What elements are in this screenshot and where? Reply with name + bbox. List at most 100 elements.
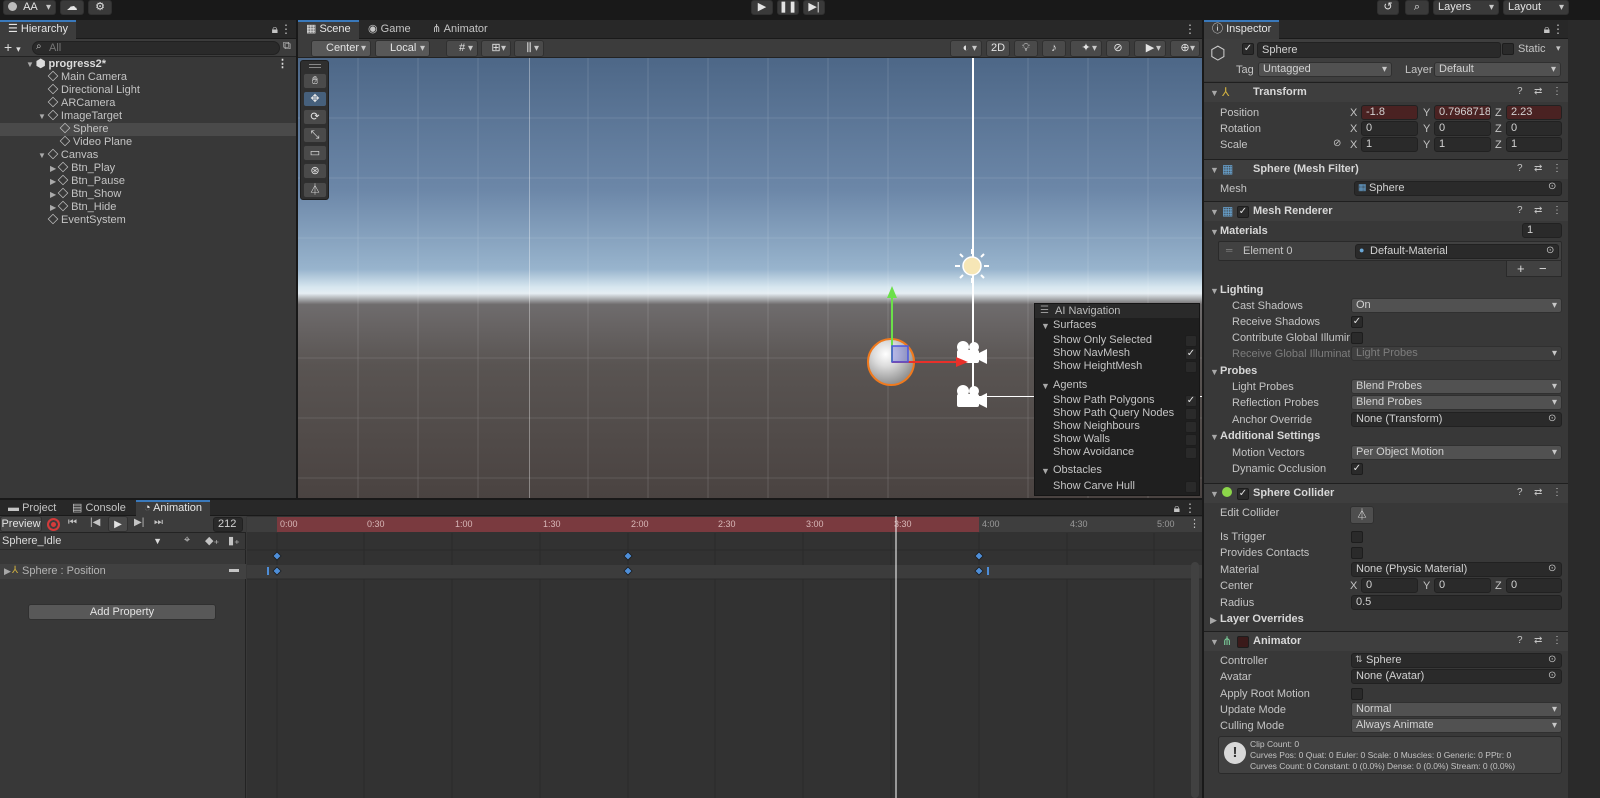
hierarchy-item[interactable]: ▼ Canvas <box>0 148 296 162</box>
sphere-collider-enabled-checkbox[interactable]: ✓ <box>1237 488 1249 500</box>
lock-icon[interactable]: 🔒︎ <box>1174 501 1180 516</box>
scene-filter-icon[interactable]: ⧉ <box>283 40 291 53</box>
hierarchy-item[interactable]: ARCamera <box>0 96 296 110</box>
lighting-toggle[interactable]: 💡︎ <box>1014 40 1038 57</box>
object-picker-icon[interactable]: ⊙ <box>1548 413 1556 424</box>
mesh-renderer-enabled-checkbox[interactable]: ✓ <box>1237 206 1249 218</box>
apply-root-motion-checkbox[interactable] <box>1351 688 1363 700</box>
constrain-proportions-icon[interactable]: ⊘ <box>1333 138 1341 149</box>
collab-button[interactable]: ⚙ <box>88 0 112 15</box>
animator-enabled-checkbox[interactable] <box>1237 636 1249 648</box>
overlay-grip[interactable] <box>309 64 321 68</box>
mesh-object-field[interactable]: Sphere <box>1354 181 1562 196</box>
first-keyframe-icon[interactable]: ⏮ <box>68 517 77 528</box>
preset-icon[interactable]: ⇄ <box>1534 163 1542 174</box>
additional-settings-label[interactable]: Additional Settings <box>1220 430 1320 442</box>
hierarchy-item[interactable]: ▶ Btn_Play <box>0 161 296 175</box>
frame-input[interactable]: 212 <box>213 517 243 532</box>
move-tool[interactable]: ✥ <box>303 91 327 107</box>
object-name-input[interactable]: Sphere <box>1257 42 1501 58</box>
object-picker-icon[interactable]: ⊙ <box>1546 245 1554 256</box>
search-button[interactable]: ⌕ <box>1405 0 1429 15</box>
show-heightmesh-checkbox[interactable] <box>1185 361 1197 373</box>
tab-game[interactable]: ◉ Game <box>360 20 419 39</box>
chevron-down-icon[interactable]: ▾ <box>1556 43 1561 54</box>
hierarchy-item[interactable]: ▶ Btn_Show <box>0 187 296 201</box>
component-menu-icon[interactable]: ⋮ <box>1552 86 1562 97</box>
history-button[interactable]: ↺ <box>1377 0 1399 15</box>
grid-visibility-dropdown[interactable]: ⊞ <box>481 40 511 57</box>
show-avoidance-checkbox[interactable] <box>1185 447 1197 459</box>
light-probes-dropdown[interactable]: Blend Probes <box>1351 379 1562 394</box>
drag-handle-icon[interactable]: ═ <box>1226 245 1232 255</box>
tab-inspector[interactable]: ⓘ Inspector <box>1204 20 1280 39</box>
help-icon[interactable]: ? <box>1517 635 1523 646</box>
materials-count-field[interactable]: 1 <box>1522 223 1562 238</box>
toggle-2d-button[interactable]: 2D <box>986 40 1010 57</box>
motion-vectors-dropdown[interactable]: Per Object Motion <box>1351 445 1562 460</box>
property-options-icon[interactable]: ▬ <box>229 564 239 575</box>
scene-row[interactable]: ▼ ⬢ progress2* ⋮ <box>0 58 296 71</box>
show-carve-hull-checkbox[interactable] <box>1185 481 1197 493</box>
audio-toggle[interactable]: ♪ <box>1042 40 1066 57</box>
scale-y-field[interactable]: 1 <box>1434 137 1491 152</box>
timeline-area[interactable]: 0:00 0:30 1:00 1:30 2:00 2:30 3:00 3:30 … <box>247 516 1202 798</box>
add-property-button[interactable]: Add Property <box>28 604 216 620</box>
hierarchy-item[interactable]: ▶ Btn_Pause <box>0 174 296 188</box>
radius-field[interactable]: 0.5 <box>1351 595 1562 610</box>
agents-header[interactable]: Agents <box>1053 379 1087 391</box>
next-keyframe-icon[interactable]: ▶| <box>134 517 144 528</box>
show-only-selected-checkbox[interactable] <box>1185 335 1197 347</box>
mesh-filter-header[interactable]: ▼ ▦ Sphere (Mesh Filter) ? ⇄ ⋮ <box>1204 159 1568 179</box>
filter-keyframes-icon[interactable]: ⌖ <box>184 534 190 547</box>
layer-dropdown[interactable]: Default <box>1434 62 1561 77</box>
update-mode-dropdown[interactable]: Normal <box>1351 702 1562 717</box>
tab-console[interactable]: ▤ Console <box>64 500 134 516</box>
show-neighbours-checkbox[interactable] <box>1185 421 1197 433</box>
property-row[interactable]: ▶ ⅄ Sphere : Position ▬ <box>0 564 246 579</box>
position-x-field[interactable]: -1.8 <box>1361 105 1418 120</box>
hidden-objects-toggle[interactable]: ⊘ <box>1106 40 1130 57</box>
object-picker-icon[interactable]: ⊙ <box>1548 654 1556 665</box>
hierarchy-item[interactable]: EventSystem <box>0 213 296 227</box>
record-button[interactable] <box>47 518 60 531</box>
last-keyframe-icon[interactable]: ⏭ <box>154 517 163 528</box>
more-icon[interactable]: ⋮ <box>1184 22 1196 36</box>
sphere-collider-header[interactable]: ▼ ✓ Sphere Collider ? ⇄ ⋮ <box>1204 483 1568 503</box>
object-picker-icon[interactable]: ⊙ <box>1548 563 1556 574</box>
center-x-field[interactable]: 0 <box>1361 578 1418 593</box>
hierarchy-item[interactable]: Video Plane <box>0 135 296 149</box>
lighting-label[interactable]: Lighting <box>1220 284 1263 296</box>
reflection-probes-dropdown[interactable]: Blend Probes <box>1351 395 1562 410</box>
layers-dropdown[interactable]: Layers <box>1433 0 1499 15</box>
position-z-field[interactable]: 2.23 <box>1506 105 1562 120</box>
obstacles-header[interactable]: Obstacles <box>1053 464 1102 476</box>
scale-x-field[interactable]: 1 <box>1361 137 1418 152</box>
scene-menu-icon[interactable]: ⋮ <box>277 58 288 71</box>
probes-label[interactable]: Probes <box>1220 365 1257 377</box>
center-y-field[interactable]: 0 <box>1434 578 1491 593</box>
camera-settings-dropdown[interactable]: ▶ <box>1134 40 1166 57</box>
anchor-override-field[interactable]: None (Transform) <box>1351 412 1562 427</box>
tag-dropdown[interactable]: Untagged <box>1258 62 1392 77</box>
surfaces-header[interactable]: Surfaces <box>1053 319 1096 331</box>
show-path-query-nodes-checkbox[interactable] <box>1185 408 1197 420</box>
scale-z-field[interactable]: 1 <box>1506 137 1562 152</box>
move-gizmo[interactable] <box>858 284 978 394</box>
tab-scene[interactable]: ▦ Scene <box>298 20 359 39</box>
preset-icon[interactable]: ⇄ <box>1534 86 1542 97</box>
increment-snap-dropdown[interactable]: ⫼ <box>514 40 544 57</box>
cloud-button[interactable]: ☁ <box>60 0 84 15</box>
pause-button[interactable]: ❚❚ <box>777 0 799 15</box>
step-button[interactable]: ▶| <box>803 0 825 15</box>
add-event-icon[interactable]: ▮₊ <box>228 534 240 547</box>
culling-mode-dropdown[interactable]: Always Animate <box>1351 718 1562 733</box>
add-keyframe-icon[interactable]: ◆₊ <box>205 534 219 547</box>
rotation-y-field[interactable]: 0 <box>1434 121 1491 136</box>
static-checkbox[interactable] <box>1502 43 1514 55</box>
transform-tool[interactable]: ⊛ <box>303 163 327 179</box>
preview-toggle[interactable]: Preview <box>0 516 42 532</box>
component-menu-icon[interactable]: ⋮ <box>1552 163 1562 174</box>
tab-hierarchy[interactable]: ☰ Hierarchy <box>0 20 76 39</box>
materials-label[interactable]: Materials <box>1220 225 1268 237</box>
